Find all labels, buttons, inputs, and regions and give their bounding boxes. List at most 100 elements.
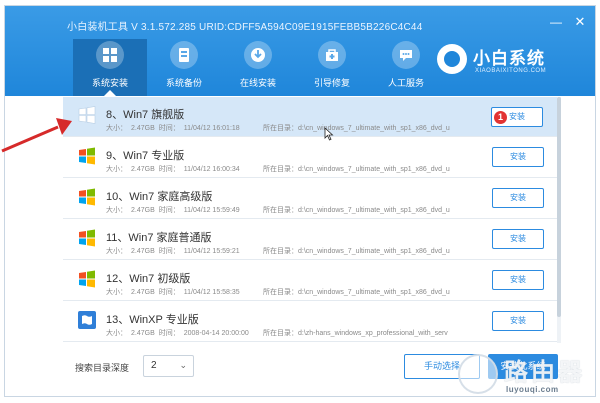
list-item[interactable]: 8、Win7 旗舰版 大小： 2.47GB 时间： 11/04/12 16:01:18… — [63, 97, 559, 137]
system-time: 11/04/12 15:58:35 — [183, 289, 240, 296]
system-install-icon — [96, 41, 124, 69]
install-button[interactable]: 安装 — [492, 229, 544, 249]
brand-subtitle: XIAOBAIXITONG.COM — [475, 68, 547, 74]
system-size: 2.47GB — [131, 330, 155, 337]
list-item[interactable]: 10、Win7 家庭高级版 大小： 2.47GB 时间： 11/04/12 15:59… — [63, 179, 559, 219]
tab-label: 系统安装 — [91, 78, 128, 88]
system-path: 所在目录：d:\zh-hans_windows_xp_professional_… — [263, 328, 481, 338]
size-label: 大小： — [106, 207, 127, 214]
path-value: d:\cn_windows_7_ultimate_with_sp1_x86_dv… — [298, 289, 450, 296]
boot-repair-icon — [318, 41, 346, 69]
system-meta: 大小： 2.47GB 时间： 2008-04-14 20:00:00 — [106, 328, 253, 338]
system-time: 11/04/12 15:59:49 — [183, 207, 240, 214]
tab-label: 人工服务 — [387, 78, 424, 88]
pointer-arrow-icon — [1, 118, 72, 153]
watermark: 路由器 luyouqi.com — [456, 350, 600, 403]
install-button[interactable]: 安装 — [492, 311, 544, 331]
dir-label: 所在目录： — [263, 207, 298, 214]
system-name: 13、WinXP 专业版 — [106, 314, 199, 326]
list-item[interactable]: 13、WinXP 专业版 大小： 2.47GB 时间： 2008-04-14 20:0… — [63, 302, 559, 342]
window-title: 小白装机工具 V 3.1.572.285 URID:CDFF5A594C09E1… — [67, 22, 423, 33]
dir-label: 所在目录： — [263, 330, 298, 337]
system-time: 11/04/12 16:01:18 — [183, 125, 240, 132]
system-meta: 大小： 2.47GB 时间： 11/04/12 16:00:34 — [106, 164, 244, 174]
time-label: 时间： — [158, 289, 180, 296]
system-name: 12、Win7 初级版 — [106, 273, 191, 285]
system-path: 所在目录：d:\cn_windows_7_ultimate_with_sp1_x… — [263, 246, 481, 256]
router-logo-icon — [458, 354, 498, 394]
system-size: 2.47GB — [131, 207, 155, 214]
time-label: 时间： — [158, 125, 180, 132]
windows-logo-icon — [79, 270, 95, 288]
time-label: 时间： — [158, 330, 180, 337]
system-backup-icon — [170, 41, 198, 69]
tab-label: 在线安装 — [239, 78, 276, 88]
list-item[interactable]: 9、Win7 专业版 大小： 2.47GB 时间： 11/04/12 16:00:34… — [63, 138, 559, 178]
scroll-thumb[interactable] — [557, 97, 561, 317]
tab-human-service[interactable]: 人工服务 — [369, 39, 443, 96]
size-label: 大小： — [106, 125, 127, 132]
online-install-icon — [244, 41, 272, 69]
winxp-logo-icon — [78, 311, 96, 329]
brand-name: 小白系统 — [473, 49, 545, 68]
dir-label: 所在目录： — [263, 248, 298, 255]
tab-system-backup[interactable]: 系统备份 — [147, 39, 221, 96]
system-name: 10、Win7 家庭高级版 — [106, 191, 213, 203]
tab-label: 系统备份 — [165, 78, 202, 88]
system-meta: 大小： 2.47GB 时间： 11/04/12 15:59:49 — [106, 205, 244, 215]
system-name: 11、Win7 家庭普通版 — [106, 232, 212, 244]
install-button[interactable]: 安装 — [492, 147, 544, 167]
minimize-button[interactable]: — — [550, 16, 562, 28]
system-time: 11/04/12 16:00:34 — [183, 166, 240, 173]
path-value: d:\cn_windows_7_ultimate_with_sp1_x86_dv… — [298, 248, 450, 255]
watermark-subtitle: luyouqi.com — [506, 385, 559, 394]
path-value: d:\zh-hans_windows_xp_professional_with_… — [298, 330, 448, 337]
system-list: 8、Win7 旗舰版 大小： 2.47GB 时间： 11/04/12 16:01:18… — [63, 97, 559, 343]
time-label: 时间： — [158, 166, 180, 173]
tab-online-install[interactable]: 在线安装 — [221, 39, 295, 96]
path-value: d:\cn_windows_7_ultimate_with_sp1_x86_dv… — [298, 166, 450, 173]
size-label: 大小： — [106, 248, 127, 255]
system-path: 所在目录：d:\cn_windows_7_ultimate_with_sp1_x… — [263, 123, 481, 133]
system-name: 9、Win7 专业版 — [106, 150, 185, 162]
system-path: 所在目录：d:\cn_windows_7_ultimate_with_sp1_x… — [263, 164, 481, 174]
path-value: d:\cn_windows_7_ultimate_with_sp1_x86_dv… — [298, 207, 450, 214]
human-service-icon — [392, 41, 420, 69]
list-item[interactable]: 12、Win7 初级版 大小： 2.47GB 时间： 11/04/12 15:58:3… — [63, 261, 559, 301]
header-bar: 小白装机工具 V 3.1.572.285 URID:CDFF5A594C09E1… — [5, 6, 595, 96]
install-button[interactable]: 安装 — [492, 270, 544, 290]
search-depth-select[interactable]: 2 ⌄ — [143, 355, 194, 377]
search-depth-value: 2 — [151, 360, 157, 371]
dir-label: 所在目录： — [263, 289, 298, 296]
tab-label: 引导修复 — [313, 78, 350, 88]
brand-logo-icon — [437, 44, 467, 74]
system-time: 2008-04-14 20:00:00 — [183, 330, 249, 337]
time-label: 时间： — [158, 207, 180, 214]
tab-system-install[interactable]: 系统安装 — [73, 39, 147, 96]
system-name: 8、Win7 旗舰版 — [106, 109, 185, 121]
system-time: 11/04/12 15:59:21 — [183, 248, 240, 255]
system-meta: 大小： 2.47GB 时间： 11/04/12 15:58:35 — [106, 287, 244, 297]
list-scrollbar[interactable] — [557, 97, 561, 343]
tab-boot-repair[interactable]: 引导修复 — [295, 39, 369, 96]
mouse-cursor-icon — [324, 127, 334, 141]
close-button[interactable]: ✕ — [574, 15, 586, 28]
dir-label: 所在目录： — [263, 166, 298, 173]
size-label: 大小： — [106, 166, 127, 173]
system-size: 2.47GB — [131, 289, 155, 296]
step-badge: 1 — [494, 111, 507, 124]
path-value: d:\cn_windows_7_ultimate_with_sp1_x86_dv… — [298, 125, 450, 132]
time-label: 时间： — [158, 248, 180, 255]
size-label: 大小： — [106, 289, 127, 296]
system-size: 2.47GB — [131, 166, 155, 173]
system-meta: 大小： 2.47GB 时间： 11/04/12 16:01:18 — [106, 123, 244, 133]
system-meta: 大小： 2.47GB 时间： 11/04/12 15:59:21 — [106, 246, 244, 256]
system-size: 2.47GB — [131, 125, 155, 132]
size-label: 大小： — [106, 330, 127, 337]
system-size: 2.47GB — [131, 248, 155, 255]
install-button[interactable]: 安装 — [492, 188, 544, 208]
list-item[interactable]: 11、Win7 家庭普通版 大小： 2.47GB 时间： 11/04/12 15:59… — [63, 220, 559, 260]
windows-logo-icon — [79, 188, 95, 206]
windows-logo-icon — [79, 229, 95, 247]
search-depth-label: 搜索目录深度 — [75, 363, 130, 373]
